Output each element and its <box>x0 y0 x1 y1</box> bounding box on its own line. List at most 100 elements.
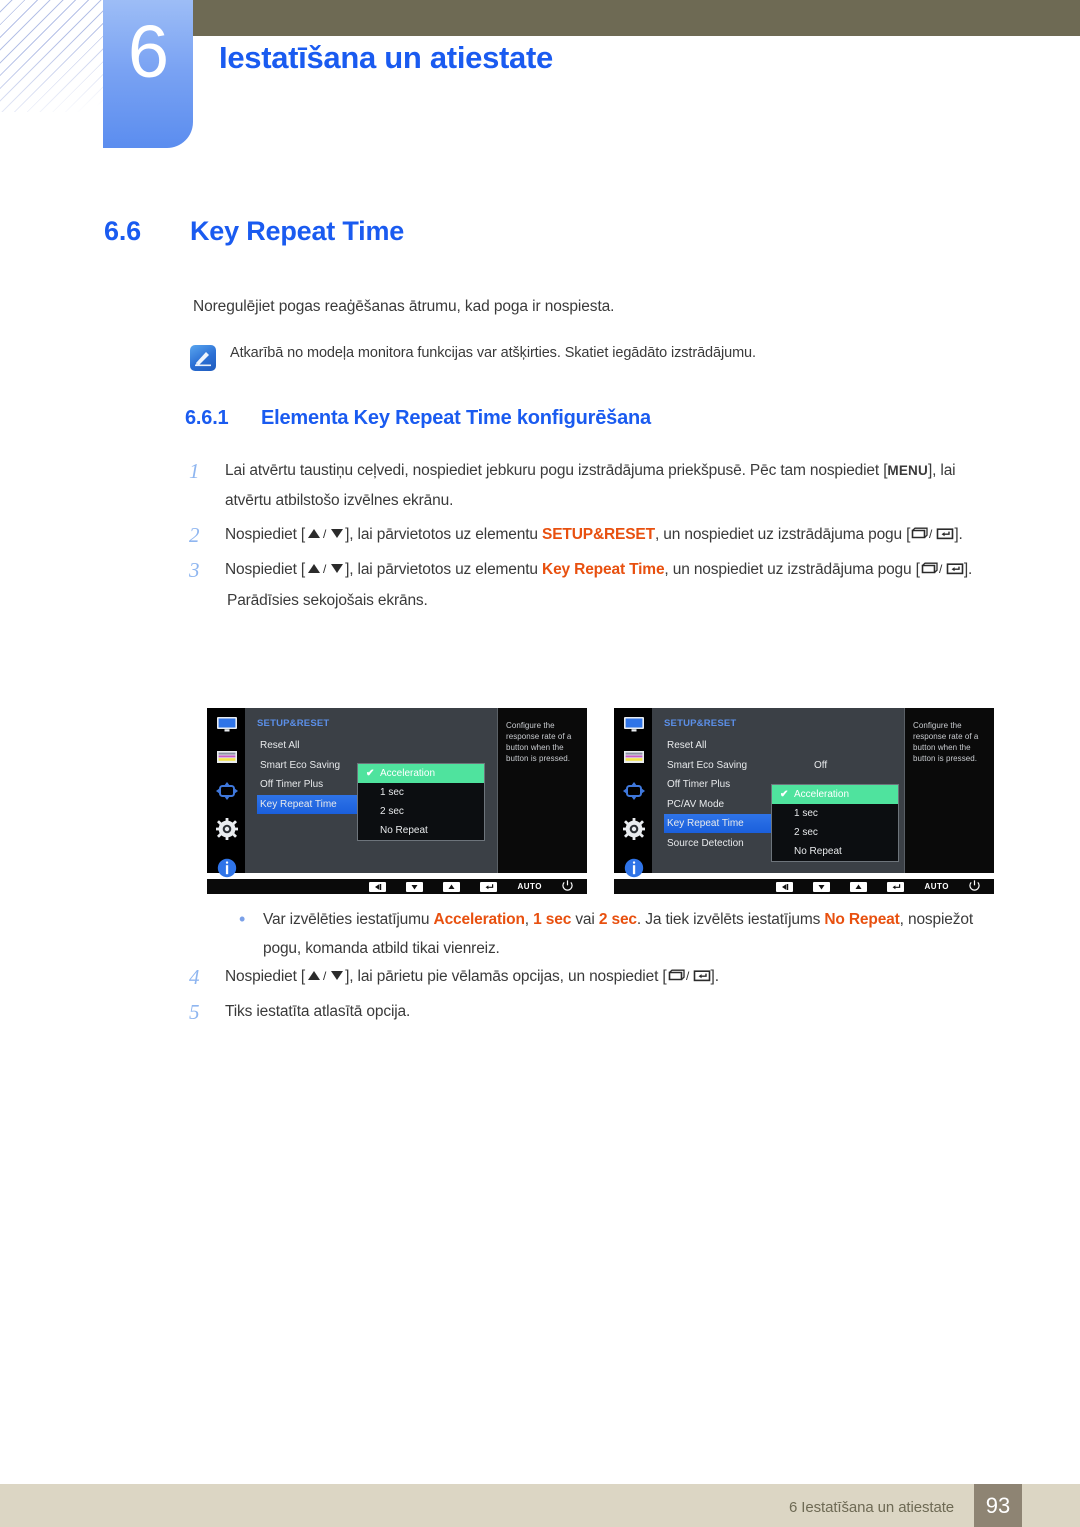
osd-button-bar: AUTO <box>614 879 994 894</box>
picture-icon <box>217 751 237 763</box>
osd-menu-item-selected[interactable]: Key Repeat Time <box>664 814 786 833</box>
step-text-run: ]. <box>963 561 973 578</box>
bullet-note: • Var izvēlēties iestatījumu Acceleratio… <box>235 905 995 963</box>
step-number: 4 <box>189 965 200 989</box>
osd-submenu-option[interactable]: 2 sec <box>358 802 484 821</box>
document-page: 6 Iestatīšana un atiestate 6.6 Key Repeat… <box>0 0 1080 1527</box>
info-icon <box>624 858 644 878</box>
svg-text:/: / <box>929 527 933 540</box>
auto-button[interactable]: AUTO <box>517 882 542 891</box>
highlight-term: Key Repeat Time <box>542 561 665 578</box>
up-down-arrow-glyph: / <box>305 963 345 993</box>
osd-sidebar-picture-icon[interactable] <box>216 750 238 769</box>
enter-button[interactable] <box>887 881 905 892</box>
note-pen-icon <box>190 345 216 371</box>
osd-submenu-option[interactable]: 1 sec <box>358 783 484 802</box>
down-arrow-button[interactable] <box>813 881 831 892</box>
enter-button[interactable] <box>480 881 498 892</box>
move-arrows-icon <box>623 782 645 800</box>
step-item: 1 Lai atvērtu taustiņu ceļvedi, nospiedie… <box>185 456 995 516</box>
step-text-run: Tiks iestatīta atlasītā opcija. <box>225 1003 411 1020</box>
osd-menu-item[interactable]: Off Timer Plus <box>664 775 784 794</box>
osd-description-panel: Configure the response rate of a button … <box>904 708 994 873</box>
step-text-run: Nospiediet [ <box>225 561 306 578</box>
osd-submenu-option-selected[interactable]: ✔ Acceleration <box>772 785 898 804</box>
highlight-term: SETUP&RESET <box>542 526 655 543</box>
up-arrow-button[interactable] <box>850 881 868 892</box>
highlight-term: 1 sec <box>533 911 572 928</box>
step-number: 2 <box>189 523 200 547</box>
up-arrow-button[interactable] <box>443 881 461 892</box>
step-item: 3 Nospiediet [/], lai pārvietotos uz elem… <box>185 555 995 616</box>
step-text-run: ], lai pārietu pie vēlamās opcijas, un n… <box>345 968 667 985</box>
svg-text:/: / <box>323 969 327 982</box>
osd-submenu-option-selected[interactable]: ✔ Acceleration <box>358 764 484 783</box>
move-arrows-icon <box>216 782 238 800</box>
chapter-title: Iestatīšana un atiestate <box>219 40 553 75</box>
note-block: Atkarībā no modeļa monitora funkcijas va… <box>190 343 980 371</box>
osd-menu-item[interactable]: Smart Eco Saving <box>664 756 784 775</box>
osd-menu-item[interactable]: Reset All <box>257 736 377 755</box>
auto-button[interactable]: AUTO <box>924 882 949 891</box>
step-item: 5 Tiks iestatīta atlasītā opcija. <box>185 997 995 1027</box>
gear-icon <box>623 818 645 840</box>
osd-icon-column <box>215 716 239 883</box>
header-bar <box>193 0 1080 36</box>
osd-submenu-option[interactable]: No Repeat <box>772 842 898 861</box>
osd-sidebar-move-arrows-icon[interactable] <box>623 782 645 805</box>
osd-panel-title: SETUP&RESET <box>664 718 737 729</box>
down-arrow-button[interactable] <box>406 881 424 892</box>
power-button[interactable] <box>969 878 980 896</box>
step-text-run: ], lai pārvietotos uz elementu <box>345 561 543 578</box>
osd-sidebar <box>614 708 652 878</box>
osd-sidebar-gear-icon[interactable] <box>216 818 238 845</box>
osd-menu-item[interactable]: Reset All <box>664 736 784 755</box>
highlight-term: No Repeat <box>824 911 900 928</box>
osd-sidebar-move-arrows-icon[interactable] <box>216 782 238 805</box>
steps-list-bottom: 4 Nospiediet [ / ], lai pārietu pie vēlamās… <box>185 962 995 1031</box>
osd-screenshot-left: SETUP&RESET Reset All Smart Eco Saving Off … <box>207 708 587 894</box>
step-text-run: , <box>524 911 534 928</box>
steps-list-top: 1 Lai atvērtu taustiņu ceļvedi, nospiedie… <box>185 456 995 620</box>
osd-submenu-option[interactable]: No Repeat <box>358 821 484 840</box>
check-icon: ✔ <box>780 789 789 800</box>
osd-sidebar-monitor-icon[interactable] <box>216 716 238 737</box>
highlight-term: 2 sec <box>598 911 637 928</box>
left-arrow-button[interactable] <box>776 881 794 892</box>
osd-sidebar-gear-icon[interactable] <box>623 818 645 845</box>
osd-screenshot-right: SETUP&RESET Reset All Smart Eco Saving Off O… <box>614 708 994 894</box>
step-body: Nospiediet [/], lai pārvietotos uz eleme… <box>225 520 995 551</box>
gear-icon <box>216 818 238 840</box>
section-intro: Noregulējiet pogas reaģēšanas ātrumu, ka… <box>193 298 615 315</box>
left-arrow-button[interactable] <box>369 881 387 892</box>
step-text-run: ]. <box>710 968 719 985</box>
svg-text:/: / <box>323 562 327 575</box>
step-text-run: Nospiediet [ <box>225 526 306 543</box>
section-number: 6.6 <box>104 216 141 246</box>
svg-text:/: / <box>323 527 327 540</box>
osd-sidebar <box>207 708 245 878</box>
osd-submenu-option[interactable]: 1 sec <box>772 804 898 823</box>
power-button[interactable] <box>562 878 573 896</box>
osd-icon-column <box>622 716 646 883</box>
note-text: Atkarībā no modeļa monitora funkcijas va… <box>230 345 756 361</box>
osd-sidebar-monitor-icon[interactable] <box>623 716 645 737</box>
step-number: 1 <box>189 459 200 483</box>
menu-key-label: MENU <box>887 463 928 478</box>
step-number: 5 <box>189 1000 200 1024</box>
osd-menu-value: Off <box>814 759 828 771</box>
svg-text:/: / <box>939 562 943 575</box>
osd-sidebar-picture-icon[interactable] <box>623 750 645 769</box>
footer-text: 6 Iestatīšana un atiestate <box>788 1499 954 1516</box>
subsection-heading: 6.6.1 Elementa Key Repeat Time konfigurēš… <box>185 407 985 430</box>
step-body: Lai atvērtu taustiņu ceļvedi, nospiediet… <box>225 456 995 516</box>
osd-menu-item[interactable]: PC/AV Mode <box>664 795 784 814</box>
check-icon: ✔ <box>366 768 375 779</box>
subsection-number: 6.6.1 <box>185 407 229 429</box>
page-number: 93 <box>974 1484 1022 1527</box>
osd-menu-item[interactable]: Source Detection <box>664 834 784 853</box>
step-body: Tiks iestatīta atlasītā opcija. <box>225 997 995 1027</box>
osd-submenu-option[interactable]: 2 sec <box>772 823 898 842</box>
step-text-run: . Ja tiek izvēlēts iestatījums <box>636 911 825 928</box>
step-text-run: Nospiediet [ <box>225 968 306 985</box>
